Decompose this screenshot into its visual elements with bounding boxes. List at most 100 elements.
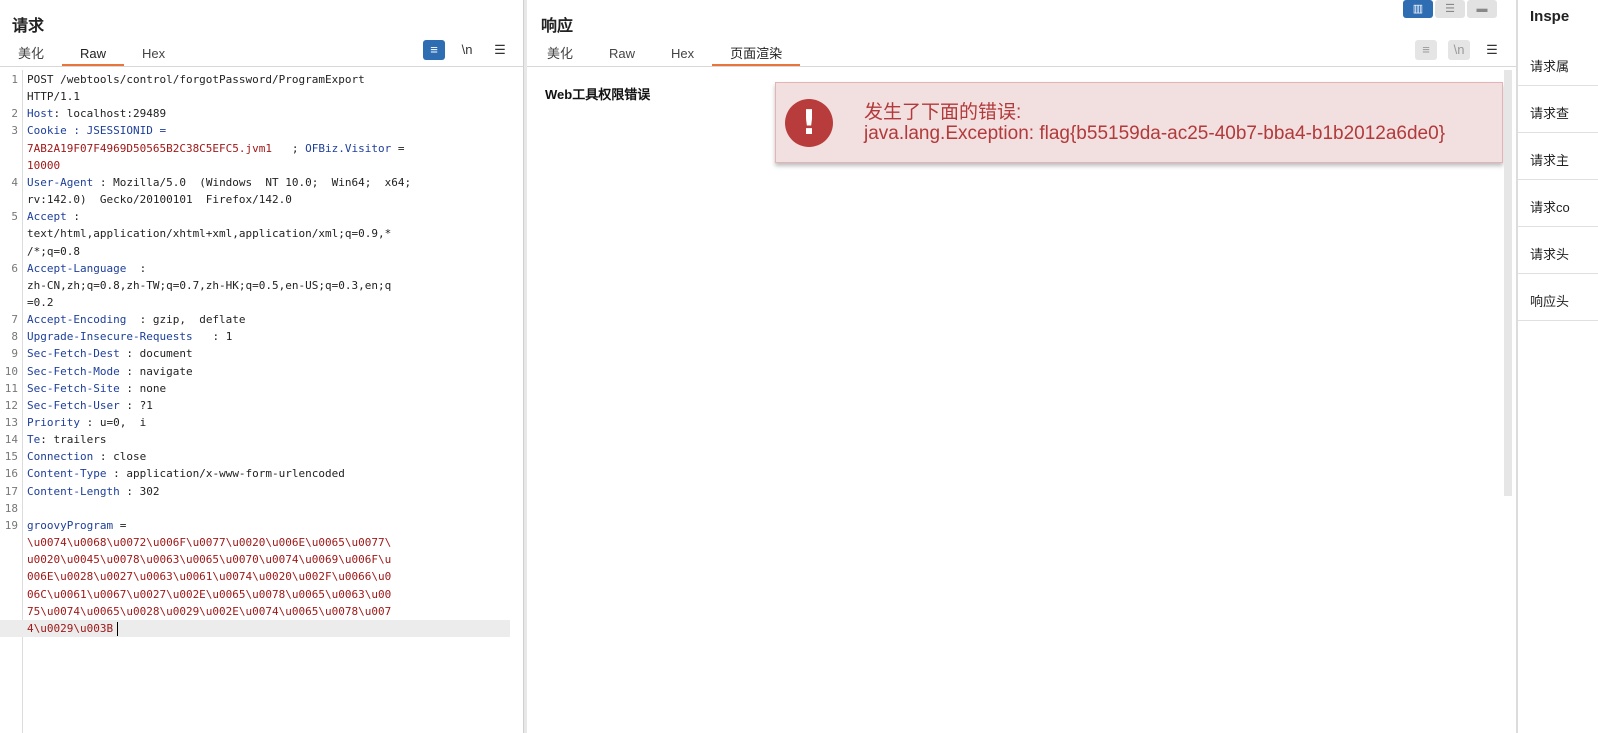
response-show-newlines-button[interactable]: \n xyxy=(1448,40,1470,60)
response-tab-raw[interactable]: Raw xyxy=(591,44,653,66)
code-text: 4\u0029\u003B xyxy=(27,620,119,637)
code-line: 2 Host: localhost:29489 xyxy=(0,105,510,122)
text-segment: = xyxy=(113,518,127,532)
response-title: 响应 xyxy=(541,18,574,35)
line-number: 13 xyxy=(4,416,18,429)
text-segment: : 302 xyxy=(119,484,160,498)
code-line: 9 Sec-Fetch-Dest : document xyxy=(0,345,510,362)
response-tab-hex[interactable]: Hex xyxy=(653,44,712,66)
code-text: 75\u0074\u0065\u0028\u0029\u002E\u0074\u… xyxy=(27,603,391,620)
response-tab-render[interactable]: 页面渲染 xyxy=(712,44,801,66)
response-scrollbar[interactable] xyxy=(1504,70,1512,496)
error-message: java.lang.Exception: flag{b55159da-ac25-… xyxy=(864,123,1446,144)
inspector-query-params[interactable]: 请求查 xyxy=(1518,87,1598,133)
exclamation-icon: ! xyxy=(785,99,833,147)
code-text: Upgrade-Insecure-Requests : 1 xyxy=(27,328,232,345)
code-line: 10 Sec-Fetch-Mode : navigate xyxy=(0,363,510,380)
inspector-item-label: 请求查 xyxy=(1530,106,1570,121)
side-by-side-layout-icon[interactable]: ▥ xyxy=(1403,0,1433,18)
text-segment: =0.2 xyxy=(27,295,54,309)
code-text: Host: localhost:29489 xyxy=(27,105,166,122)
inspector-body-params[interactable]: 请求主 xyxy=(1518,134,1598,180)
inspector-cookies[interactable]: 请求co xyxy=(1518,181,1598,227)
code-text: /*;q=0.8 xyxy=(27,243,80,260)
code-line: u0020\u0045\u0078\u0063\u0065\u0070\u007… xyxy=(0,551,510,568)
code-line: /*;q=0.8 xyxy=(0,243,510,260)
wrap-lines-icon[interactable]: ≡ xyxy=(423,40,445,60)
line-number: 5 xyxy=(11,210,18,224)
code-text: Te: trailers xyxy=(27,431,106,448)
line-number: 11 xyxy=(4,381,18,395)
single-tab-layout-icon[interactable]: ▬ xyxy=(1467,0,1497,18)
line-number: 15 xyxy=(4,450,18,464)
code-text: Sec-Fetch-Site : none xyxy=(27,380,166,397)
code-line: 3 Cookie : JSESSIONID = xyxy=(0,122,510,139)
text-segment: text/html,application/xhtml+xml,applicat… xyxy=(27,227,392,241)
line-number: 4 xyxy=(11,175,18,189)
line-number: 17 xyxy=(4,484,18,498)
request-editor[interactable]: 1 POST /webtools/control/forgotPassword/P… xyxy=(0,70,523,733)
inspector-item-label: 请求主 xyxy=(1530,153,1570,168)
vertical-layout-icon[interactable]: ☰ xyxy=(1435,0,1465,18)
param-value: 006E\u0028\u0027\u0063\u0061\u0074\u0020… xyxy=(27,570,392,584)
code-line: 06C\u0061\u0067\u0027\u002E\u0065\u0078\… xyxy=(0,586,510,603)
header-name: Cookie : JSESSIONID = xyxy=(27,124,167,138)
text-segment: HTTP/1.1 xyxy=(27,90,80,104)
layout-toggle: ▥ ☰ ▬ xyxy=(1403,0,1497,18)
code-line: 10000 xyxy=(0,157,510,174)
error-alert: ! 发生了下面的错误: java.lang.Exception: flag{b5… xyxy=(775,82,1503,163)
request-tabs: 美化 Raw Hex xyxy=(0,44,183,66)
line-number: 1 xyxy=(11,73,18,86)
param-value: u0020\u0045\u0078\u0063\u0065\u0070\u007… xyxy=(27,553,392,567)
text-segment: rv:142.0) Gecko/20100101 Firefox/142.0 xyxy=(27,193,292,207)
rendered-page: Web工具权限错误 ! 发生了下面的错误: java.lang.Exceptio… xyxy=(527,70,1512,733)
request-menu-icon[interactable]: ☰ xyxy=(489,40,511,60)
header-name: Accept-Encoding xyxy=(27,313,127,327)
code-text: Priority : u=0, i xyxy=(27,414,146,431)
text-segment: : ?1 xyxy=(119,398,153,412)
code-text: Accept-Encoding : gzip, deflate xyxy=(27,311,246,328)
header-name: User-Agent xyxy=(27,175,94,189)
render-heading: Web工具权限错误 xyxy=(545,87,651,102)
code-text: =0.2 xyxy=(27,294,54,311)
line-number: 14 xyxy=(4,433,18,447)
header-name: Content-Length xyxy=(27,484,120,498)
header-name: Priority xyxy=(27,416,80,429)
request-tab-raw[interactable]: Raw xyxy=(62,44,125,66)
code-text: zh-CN,zh;q=0.8,zh-TW;q=0.7,zh-HK;q=0.5,e… xyxy=(27,277,391,294)
inspector-request-headers[interactable]: 请求头 xyxy=(1518,228,1598,274)
header-name: Sec-Fetch-Dest xyxy=(27,347,120,361)
param-value: 10000 xyxy=(27,158,61,172)
code-line: 11 Sec-Fetch-Site : none xyxy=(0,380,510,397)
code-text: text/html,application/xhtml+xml,applicat… xyxy=(27,225,391,242)
inspector-response-headers[interactable]: 响应头 xyxy=(1518,275,1598,321)
request-tab-pretty[interactable]: 美化 xyxy=(0,44,62,66)
request-tab-hex[interactable]: Hex xyxy=(124,44,183,66)
header-name: Sec-Fetch-Site xyxy=(27,381,120,395)
response-tabs: 美化 Raw Hex 页面渲染 xyxy=(529,44,801,66)
code-text: Cookie : JSESSIONID = xyxy=(27,122,166,139)
text-segment: : Mozilla/5.0 (Windows NT 10.0; Win64; x… xyxy=(93,175,412,189)
code-line: HTTP/1.1 xyxy=(0,88,510,105)
text-segment: : xyxy=(66,210,80,224)
response-menu-icon[interactable]: ☰ xyxy=(1481,40,1503,60)
error-title: 发生了下面的错误: xyxy=(864,102,1022,123)
header-name: Sec-Fetch-User xyxy=(27,398,120,412)
request-pane: 请求 美化 Raw Hex ≡ \n ☰ 1 POST /webtools/con… xyxy=(0,0,523,733)
param-value: 4\u0029\u003B xyxy=(27,621,114,635)
header-name: Connection xyxy=(27,450,94,464)
request-tab-divider xyxy=(0,66,523,67)
line-number: 9 xyxy=(11,347,18,361)
inspector-request-attributes[interactable]: 请求属 xyxy=(1518,40,1598,86)
code-line: 75\u0074\u0065\u0028\u0029\u002E\u0074\u… xyxy=(0,603,510,620)
inspector-item-label: 请求co xyxy=(1530,200,1570,215)
text-segment: ; xyxy=(272,141,306,155)
code-text: POST /webtools/control/forgotPassword/Pr… xyxy=(27,71,365,88)
line-number: 8 xyxy=(11,330,18,344)
response-wrap-lines-icon[interactable]: ≡ xyxy=(1415,40,1437,60)
code-text: 7AB2A19F07F4969D50565B2C38C5EFC5.jvm1 ; … xyxy=(27,140,405,157)
code-text: u0020\u0045\u0078\u0063\u0065\u0070\u007… xyxy=(27,551,391,568)
response-tab-pretty[interactable]: 美化 xyxy=(529,44,591,66)
text-segment: : application/x-www-form-urlencoded xyxy=(106,467,345,481)
show-newlines-button[interactable]: \n xyxy=(456,40,478,60)
